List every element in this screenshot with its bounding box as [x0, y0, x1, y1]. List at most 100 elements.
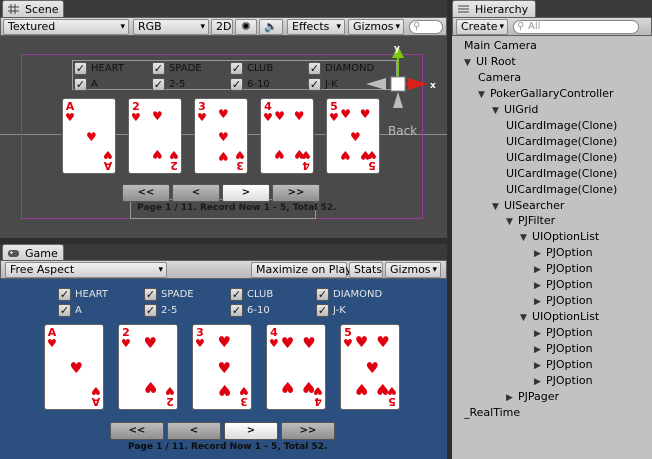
hierarchy-item[interactable]: UICardImage(Clone)	[506, 150, 617, 166]
expand-right-icon[interactable]: ▶	[534, 374, 546, 390]
hierarchy-item[interactable]: ▶ PJOption	[534, 245, 593, 261]
expand-down-icon[interactable]: ▼	[478, 87, 490, 103]
hierarchy-item[interactable]: UICardImage(Clone)	[506, 134, 617, 150]
scene-card[interactable]: 4 ♥ 4 ♥ ♥ ♥ ♥ ♥	[260, 98, 314, 174]
hierarchy-tab[interactable]: Hierarchy	[452, 0, 536, 18]
expand-right-icon[interactable]: ▶	[534, 358, 546, 374]
scene-card-pip: ♥	[293, 108, 305, 123]
gizmo-z-arrow[interactable]	[366, 78, 386, 90]
expand-down-icon[interactable]: ▼	[506, 214, 518, 230]
gizmo-center-handle[interactable]	[390, 76, 406, 92]
expand-right-icon[interactable]: ▶	[534, 342, 546, 358]
hierarchy-item[interactable]: ▶ PJPager	[506, 389, 559, 405]
game-card[interactable]: 5 ♥ 5 ♥ ♥ ♥ ♥ ♥ ♥	[340, 324, 400, 410]
game-card[interactable]: 3 ♥ 3 ♥ ♥ ♥ ♥	[192, 324, 252, 410]
effects-dropdown[interactable]: Effects	[287, 19, 345, 35]
game-pager-button-0[interactable]: <<	[110, 422, 164, 440]
hierarchy-item[interactable]: Camera	[478, 70, 521, 86]
expand-down-icon[interactable]: ▼	[492, 199, 504, 215]
expand-right-icon[interactable]: ▶	[534, 262, 546, 278]
hierarchy-item[interactable]: ▶ PJOption	[534, 357, 593, 373]
hierarchy-item[interactable]: ▼ UIOptionList	[520, 309, 599, 325]
gizmo-down-arrow[interactable]	[393, 92, 403, 108]
game-option-checkbox[interactable]: ✓	[58, 288, 71, 301]
game-option-checkbox[interactable]: ✓	[58, 304, 71, 317]
expand-right-icon[interactable]: ▶	[506, 390, 518, 406]
panel-divider[interactable]	[0, 238, 447, 244]
hierarchy-item[interactable]: UICardImage(Clone)	[506, 166, 617, 182]
scene-pager-button-2[interactable]: >	[222, 184, 270, 202]
scene-option-checkbox[interactable]: ✓	[308, 62, 321, 75]
hierarchy-item[interactable]: ▼ UIOptionList	[520, 229, 599, 245]
expand-right-icon[interactable]: ▶	[534, 294, 546, 310]
lighting-toggle-button[interactable]: ✺	[235, 19, 257, 35]
scene-tab[interactable]: Scene	[2, 0, 64, 18]
color-mode-dropdown[interactable]: RGB	[133, 19, 209, 35]
scene-option-label: CLUB	[247, 63, 274, 74]
hierarchy-item[interactable]: _RealTime	[464, 405, 520, 421]
create-dropdown[interactable]: Create	[456, 19, 508, 35]
game-option-checkbox[interactable]: ✓	[316, 304, 329, 317]
scene-card[interactable]: 3 ♥ 3 ♥ ♥ ♥ ♥	[194, 98, 248, 174]
game-option-checkbox[interactable]: ✓	[144, 288, 157, 301]
hierarchy-item[interactable]: ▶ PJOption	[534, 373, 593, 389]
expand-down-icon[interactable]: ▼	[464, 55, 476, 71]
scene-card[interactable]: A ♥ A ♥ ♥	[62, 98, 116, 174]
hierarchy-item[interactable]: ▼ UIGrid	[492, 102, 538, 118]
game-card[interactable]: 2 ♥ 2 ♥ ♥ ♥	[118, 324, 178, 410]
game-option-checkbox[interactable]: ✓	[316, 288, 329, 301]
hierarchy-item[interactable]: ▶ PJOption	[534, 325, 593, 341]
hierarchy-item[interactable]: ▶ PJOption	[534, 341, 593, 357]
hierarchy-item[interactable]: ▶ PJOption	[534, 261, 593, 277]
scene-pager-button-0[interactable]: <<	[122, 184, 170, 202]
expand-down-icon[interactable]: ▼	[520, 230, 532, 246]
hierarchy-item[interactable]: ▶ PJOption	[534, 293, 593, 309]
hierarchy-item[interactable]: UICardImage(Clone)	[506, 118, 617, 134]
expand-down-icon[interactable]: ▼	[520, 310, 532, 326]
expand-down-icon[interactable]: ▼	[492, 103, 504, 119]
hierarchy-item[interactable]: UICardImage(Clone)	[506, 182, 617, 198]
game-pager-button-1[interactable]: <	[167, 422, 221, 440]
game-option-checkbox[interactable]: ✓	[230, 304, 243, 317]
hierarchy-search-input[interactable]: ⚲ All	[513, 20, 639, 34]
scene-option-checkbox[interactable]: ✓	[308, 78, 321, 91]
game-card[interactable]: 4 ♥ 4 ♥ ♥ ♥ ♥ ♥	[266, 324, 326, 410]
render-mode-dropdown[interactable]: Textured	[3, 19, 129, 35]
maximize-on-play-toggle[interactable]: Maximize on Play	[251, 262, 352, 278]
scene-option-checkbox[interactable]: ✓	[74, 62, 87, 75]
game-pager-button-2[interactable]: >	[224, 422, 278, 440]
hierarchy-item[interactable]: Main Camera	[464, 38, 537, 54]
scene-option-checkbox[interactable]: ✓	[230, 78, 243, 91]
scene-option-checkbox[interactable]: ✓	[152, 62, 165, 75]
scene-gizmos-dropdown[interactable]: Gizmos	[348, 19, 404, 35]
stats-toggle[interactable]: Stats	[349, 262, 383, 278]
scene-card[interactable]: 5 ♥ 5 ♥ ♥ ♥ ♥ ♥ ♥	[326, 98, 380, 174]
game-option-checkbox[interactable]: ✓	[144, 304, 157, 317]
expand-right-icon[interactable]: ▶	[534, 246, 546, 262]
gizmo-x-arrow[interactable]	[408, 78, 428, 90]
audio-toggle-button[interactable]: 🔈	[259, 19, 283, 35]
hierarchy-item[interactable]: ▼ PJFilter	[506, 213, 555, 229]
game-card[interactable]: A ♥ A ♥ ♥	[44, 324, 104, 410]
game-card-suit-bottom: ♥	[91, 384, 101, 397]
scene-pager-button-3[interactable]: >>	[272, 184, 320, 202]
game-card-pip: ♥	[302, 334, 316, 353]
hierarchy-item[interactable]: ▼ UISearcher	[492, 198, 564, 214]
expand-right-icon[interactable]: ▶	[534, 326, 546, 342]
hierarchy-item[interactable]: ▼ UI Root	[464, 54, 516, 70]
scene-pager-button-1[interactable]: <	[172, 184, 220, 202]
game-pager-button-3[interactable]: >>	[281, 422, 335, 440]
game-option-checkbox[interactable]: ✓	[230, 288, 243, 301]
scene-option-checkbox[interactable]: ✓	[230, 62, 243, 75]
game-gizmos-dropdown[interactable]: Gizmos	[385, 262, 441, 278]
scene-option-checkbox[interactable]: ✓	[152, 78, 165, 91]
hierarchy-item[interactable]: ▼ PokerGallaryController	[478, 86, 614, 102]
scene-card[interactable]: 2 ♥ 2 ♥ ♥ ♥	[128, 98, 182, 174]
expand-right-icon[interactable]: ▶	[534, 278, 546, 294]
scene-option-checkbox[interactable]: ✓	[74, 78, 87, 91]
scene-search-input[interactable]: ⚲	[409, 20, 443, 34]
2d-toggle-button[interactable]: 2D	[211, 19, 233, 35]
hierarchy-item[interactable]: ▶ PJOption	[534, 277, 593, 293]
game-card-suit-top: ♥	[269, 337, 279, 350]
aspect-dropdown[interactable]: Free Aspect	[5, 262, 167, 278]
